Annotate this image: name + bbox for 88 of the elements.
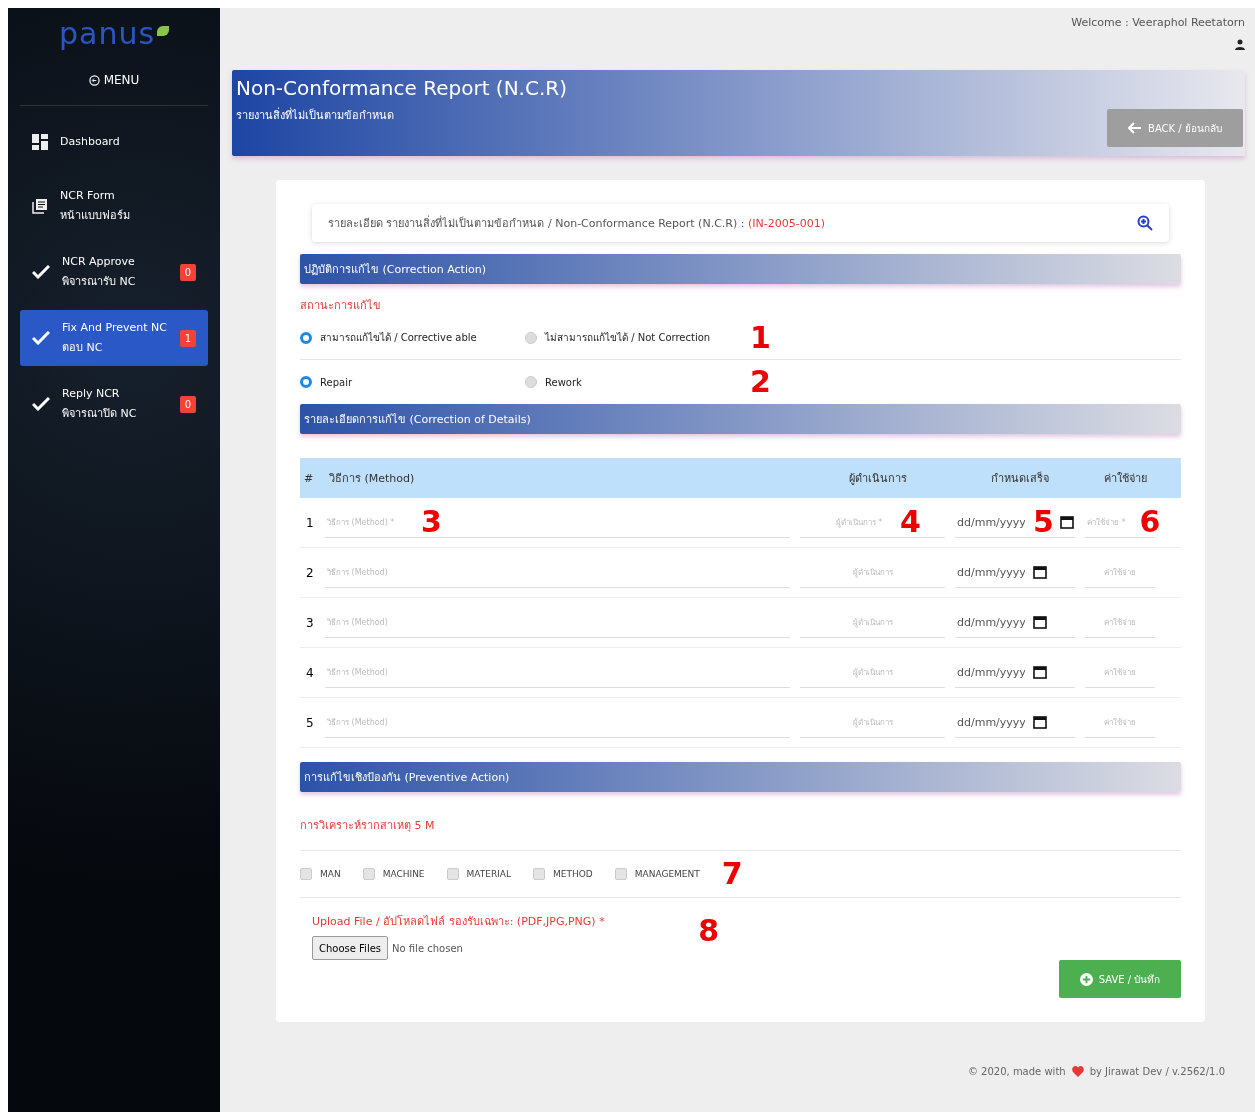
annotation-number: 7 [721,859,743,889]
checkbox-option[interactable]: METHOD [533,868,593,880]
analysis-label: การวิเคราะห์รากสาเหตุ 5 M [300,818,436,834]
sidebar-item[interactable]: NCR Form หน้าแบบฟอร์ม [20,178,208,234]
text-field[interactable]: ผู้ดำเนินการ [837,616,908,628]
annotation-number: 5 [1033,507,1054,537]
text-field[interactable]: วิธีการ (Method) * [325,516,415,528]
row-number: 4 [305,665,315,680]
radio-option[interactable]: ไม่สามารถแก้ไขได้ / Not Correction [525,330,750,345]
plus-circle-icon [1079,972,1093,986]
leaf-icon [157,26,170,36]
row-number: 1 [305,515,315,530]
checkbox-option[interactable]: MANAGEMENT [614,868,700,880]
calendar-icon[interactable] [1033,715,1047,729]
checkbox-option[interactable]: MATERIAL [446,868,512,880]
check-icon [32,397,50,411]
section-header: การแก้ไขเชิงป้องกัน (Preventive Action) [300,762,1181,792]
text-field[interactable]: ผู้ดำเนินการ [837,666,908,678]
section-header: ปฏิบัติการแก้ไข (Correction Action) [300,254,1181,284]
status-label: สถานะการแก้ไข [300,298,382,314]
dashboard-icon [32,134,48,150]
text-field[interactable]: ค่าใช้จ่าย [1093,616,1147,628]
radio-option[interactable]: Repair [300,376,525,388]
annotation-number: 6 [1139,507,1161,537]
text-field[interactable]: ผู้ดำเนินการ [837,566,908,578]
text-field[interactable]: ค่าใช้จ่าย [1093,716,1147,728]
column-header: วิธีการ (Method) [328,471,416,487]
count-badge: 1 [179,329,196,347]
row-number: 5 [305,715,315,730]
date-field[interactable]: dd/mm/yyyy [955,664,1027,680]
date-field[interactable]: dd/mm/yyyy [955,564,1027,580]
text-field[interactable]: ผู้ดำเนินการ [837,716,908,728]
radio-option[interactable]: สามารถแก้ไขได้ / Corrective able [300,330,525,345]
row-number: 2 [305,565,315,580]
calendar-icon[interactable] [1033,615,1047,629]
footer-text: by Jirawat Dev / v.2562/1.0 [1089,1066,1225,1077]
text-field[interactable]: วิธีการ (Method) [325,616,415,628]
annotation-number: 2 [750,367,771,397]
radio-option[interactable]: Rework [525,376,750,388]
text-field[interactable]: ค่าใช้จ่าย [1093,666,1147,678]
document-icon [32,198,48,214]
date-field[interactable]: dd/mm/yyyy [955,714,1027,730]
date-field[interactable]: dd/mm/yyyy [955,614,1027,630]
column-header: กำหนดเสร็จ [990,470,1050,487]
sidebar-item[interactable]: Reply NCR พิจารณาปิด NC 0 [20,376,208,432]
annotation-number: 4 [900,507,921,537]
column-header: # [303,471,315,485]
count-badge: 0 [179,395,196,413]
calendar-icon[interactable] [1033,565,1047,579]
back-circle-icon [88,74,100,86]
check-icon [32,265,50,279]
text-field[interactable]: วิธีการ (Method) [325,666,415,678]
page-subtitle: รายงานสิ่งที่ไม่เป็นตามข้อกำหนด [236,106,395,124]
sidebar-item[interactable]: Fix And Prevent NC ตอบ NC 1 [20,310,208,366]
date-field[interactable]: dd/mm/yyyy [955,514,1027,530]
welcome-text: Welcome : Veeraphol Reetatorn [1071,16,1245,29]
column-header: ค่าใช้จ่าย [1102,471,1148,487]
zoom-in-icon[interactable] [1137,215,1153,231]
footer-text: © 2020, made with [967,1066,1066,1077]
row-number: 3 [305,615,315,630]
choose-files-button[interactable]: Choose Files [312,936,389,960]
upload-label: Upload File / อัปโหลดไฟล์ รองรับเฉพาะ: (PDF,JPG,PNG) * [312,914,605,930]
report-title: รายละเอียด รายงานสิ่งที่ไม่เป็นตามข้อกำหนด / Non-Conformance Report (N.C.R) : (IN-2005-001) [328,214,825,232]
menu-button[interactable]: MENU [20,73,208,106]
calendar-icon[interactable] [1033,665,1047,679]
text-field[interactable]: ค่าใช้จ่าย [1093,566,1147,578]
user-icon[interactable] [1235,39,1245,50]
check-icon [32,331,50,345]
section-header: รายละเอียดการแก้ไข (Correction of Details) [300,404,1181,434]
text-field[interactable]: วิธีการ (Method) [325,566,415,578]
count-badge: 0 [179,263,196,281]
checkbox-option[interactable]: MAN [300,868,341,880]
text-field[interactable]: ค่าใช้จ่าย * [1079,516,1134,528]
sidebar-item[interactable]: NCR Approve พิจารณารับ NC 0 [20,244,208,300]
column-header: ผู้ดำเนินการ [847,471,908,487]
page-title: Non-Conformance Report (N.C.R) [236,76,567,100]
calendar-icon[interactable] [1059,515,1074,529]
annotation-number: 3 [421,507,442,537]
annotation-number: 8 [698,913,719,948]
arrow-left-icon [1128,122,1143,134]
checkbox-option[interactable]: MACHINE [362,868,425,880]
sidebar-item[interactable]: Dashboard [20,116,208,168]
text-field[interactable]: ผู้ดำเนินการ * [824,516,895,528]
text-field[interactable]: วิธีการ (Method) [325,716,415,728]
annotation-number: 1 [750,322,771,353]
logo: panus [58,16,156,51]
heart-icon [1071,1066,1084,1077]
file-status: No file chosen [392,942,463,954]
